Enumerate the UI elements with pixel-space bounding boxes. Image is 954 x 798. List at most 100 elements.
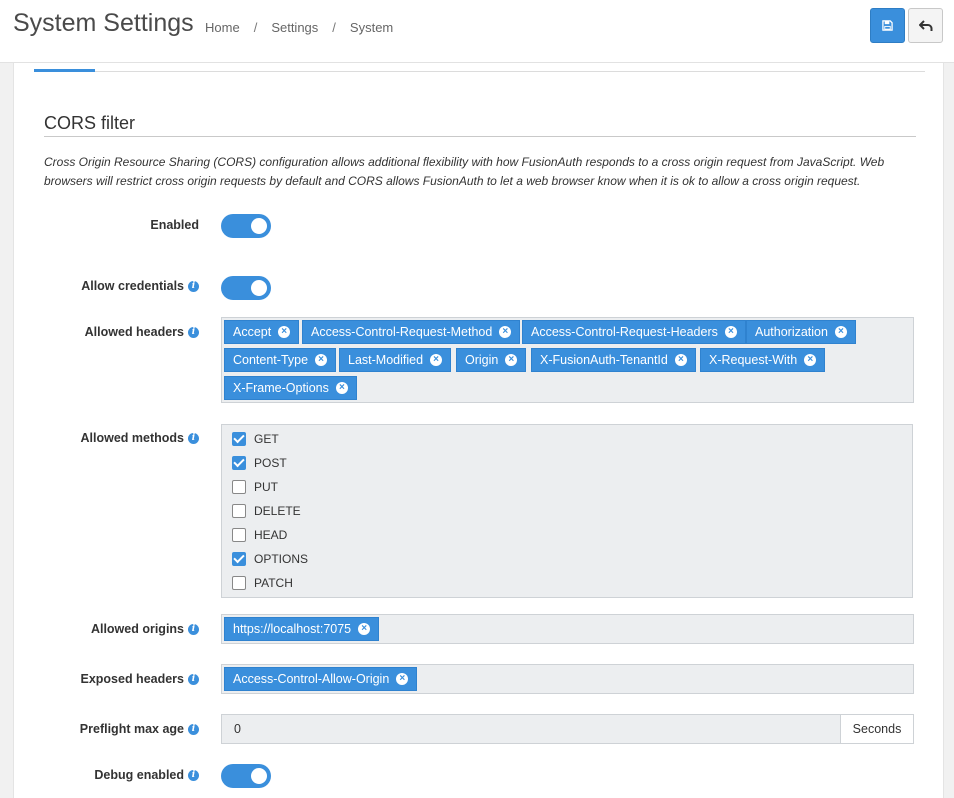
header-tag: Access-Control-Request-Headers × [522,320,746,344]
header-tag: Origin × [456,348,527,372]
remove-tag-icon[interactable]: × [674,354,687,366]
remove-tag-icon[interactable]: × [278,326,291,338]
breadcrumb-separator: / [332,20,336,35]
exposed-headers-label: Exposed headers i [80,672,199,686]
tag-label: X-Request-With [709,353,798,367]
toggle-knob [251,218,267,234]
method-label: OPTIONS [254,552,309,566]
exposed-headers-input[interactable]: Access-Control-Allow-Origin × [221,664,914,694]
seconds-addon: Seconds [840,714,914,744]
remove-tag-icon[interactable]: × [396,673,409,685]
debug-enabled-label: Debug enabled i [94,768,199,782]
tag-label: Last-Modified [348,353,424,367]
tag-label: Access-Control-Request-Headers [531,325,718,339]
checkbox[interactable] [232,552,246,566]
method-option-put[interactable]: PUT [232,480,278,494]
tag-label: https://localhost:7075 [233,622,352,636]
preflight-max-age-label-text: Preflight max age [79,722,184,736]
method-label: GET [254,432,279,446]
remove-tag-icon[interactable]: × [358,623,371,635]
header-tag: Content-Type × [224,348,337,372]
method-label: DELETE [254,504,301,518]
allowed-origins-label-text: Allowed origins [90,622,184,636]
allow-credentials-label-text: Allow credentials [81,279,184,293]
checkbox[interactable] [232,576,246,590]
breadcrumb-home[interactable]: Home [205,20,240,35]
info-icon[interactable]: i [188,769,199,781]
debug-enabled-label-text: Debug enabled [94,768,184,782]
allow-credentials-toggle[interactable] [221,276,271,300]
header-tag: X-FusionAuth-TenantId × [531,348,696,372]
info-icon[interactable]: i [188,623,199,635]
method-option-patch[interactable]: PATCH [232,576,293,590]
preflight-max-age-label: Preflight max age i [80,722,199,736]
remove-tag-icon[interactable]: × [834,326,847,338]
toggle-knob [251,768,267,784]
header-tag: Last-Modified × [339,348,452,372]
remove-tag-icon[interactable]: × [315,354,328,366]
origin-tag: https://localhost:7075 × [224,617,380,641]
method-option-post[interactable]: POST [232,456,287,470]
section-description: Cross Origin Resource Sharing (CORS) con… [44,155,885,188]
method-label: POST [254,456,287,470]
tag-label: Content-Type [233,353,309,367]
back-button[interactable] [908,8,943,43]
checkbox[interactable] [232,456,246,470]
preflight-max-age-input[interactable]: 0 [221,714,841,744]
save-button[interactable] [870,8,905,43]
tab-active-indicator[interactable] [34,69,95,72]
save-icon [882,20,893,31]
remove-tag-icon[interactable]: × [804,354,817,366]
method-option-options[interactable]: OPTIONS [232,552,308,566]
header-tag: Access-Control-Request-Method × [302,320,521,344]
checkbox[interactable] [232,432,246,446]
breadcrumb-separator: / [253,20,258,35]
remove-tag-icon[interactable]: × [499,326,512,338]
allowed-headers-input[interactable]: Accept × Access-Control-Request-Method × A… [221,317,914,403]
tag-label: Origin [465,353,499,367]
info-icon[interactable]: i [188,280,199,292]
toggle-knob [251,280,267,296]
allowed-headers-label-text: Allowed headers [84,325,184,339]
settings-panel: CORS filter Cross Origin Resource Sharin… [13,63,944,798]
method-label: HEAD [254,528,288,542]
method-option-delete[interactable]: DELETE [232,504,301,518]
checkbox[interactable] [232,480,246,494]
info-icon[interactable]: i [188,673,199,685]
tag-label: Access-Control-Request-Method [311,325,493,339]
header-tag: Authorization × [746,320,856,344]
checkbox[interactable] [232,528,246,542]
method-label: PATCH [254,576,293,590]
header-tag: Accept × [224,320,300,344]
method-option-head[interactable]: HEAD [232,528,287,542]
section-title: CORS filter [44,113,136,133]
info-icon[interactable]: i [188,432,199,444]
info-icon[interactable]: i [188,326,199,338]
enabled-label: Enabled [150,218,199,232]
allowed-methods-label: Allowed methods i [81,431,199,445]
remove-tag-icon[interactable]: × [335,382,348,394]
enabled-toggle[interactable] [221,214,271,238]
breadcrumb-settings[interactable]: Settings [271,20,318,35]
header-tag: X-Frame-Options × [224,376,357,400]
allow-credentials-label: Allow credentials i [81,279,199,293]
info-icon[interactable]: i [188,723,199,735]
exposed-headers-label-text: Exposed headers [80,672,184,686]
checkbox[interactable] [232,504,246,518]
page-header: System Settings Home / Settings / System [0,0,954,63]
remove-tag-icon[interactable]: × [724,326,737,338]
method-label: PUT [254,480,278,494]
remove-tag-icon[interactable]: × [430,354,443,366]
header-tag: X-Request-With × [700,348,826,372]
remove-tag-icon[interactable]: × [505,354,518,366]
allowed-methods-label-text: Allowed methods [80,431,184,445]
allowed-origins-input[interactable]: https://localhost:7075 × [221,614,914,644]
tag-label: Accept [233,325,272,339]
debug-enabled-toggle[interactable] [221,764,271,788]
undo-icon [918,19,932,31]
method-option-get[interactable]: GET [232,432,279,446]
tag-label: Access-Control-Allow-Origin [233,672,390,686]
allowed-origins-label: Allowed origins i [91,622,199,636]
tag-label: X-Frame-Options [233,381,329,395]
tag-label: X-FusionAuth-TenantId [540,353,668,367]
